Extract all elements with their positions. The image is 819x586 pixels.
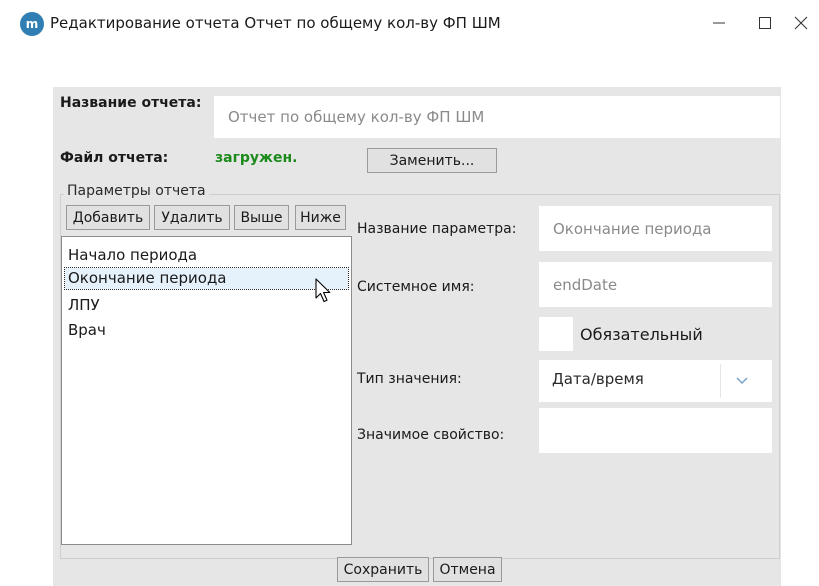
maximize-icon bbox=[759, 17, 771, 29]
cancel-button[interactable]: Отмена bbox=[433, 557, 502, 582]
move-up-button[interactable]: Выше bbox=[234, 205, 289, 230]
required-checkbox[interactable] bbox=[539, 317, 573, 351]
replace-file-button[interactable]: Заменить... bbox=[367, 148, 497, 173]
select-divider bbox=[720, 364, 721, 398]
app-icon[interactable]: m bbox=[20, 12, 44, 36]
close-icon bbox=[794, 16, 808, 30]
system-name-input[interactable]: endDate bbox=[539, 262, 772, 307]
minimize-icon bbox=[713, 22, 725, 24]
value-type-label: Тип значения: bbox=[357, 371, 462, 387]
file-status: загружен. bbox=[215, 150, 298, 166]
value-type-selected: Дата/время bbox=[552, 370, 644, 388]
mouse-cursor-icon bbox=[315, 278, 331, 303]
minimize-button[interactable] bbox=[696, 6, 742, 40]
list-item[interactable]: Врач bbox=[68, 320, 106, 341]
system-name-label: Системное имя: bbox=[357, 279, 475, 295]
param-name-label: Название параметра: bbox=[357, 221, 517, 237]
report-name-label: Название отчета: bbox=[60, 95, 202, 111]
save-button[interactable]: Сохранить bbox=[337, 557, 429, 582]
close-button[interactable] bbox=[778, 6, 819, 40]
move-down-button[interactable]: Ниже bbox=[295, 205, 346, 230]
required-label[interactable]: Обязательный bbox=[580, 325, 703, 344]
window-title: Редактирование отчета Отчет по общему ко… bbox=[50, 14, 501, 32]
app-icon-letter: m bbox=[25, 17, 39, 31]
param-name-input[interactable]: Окончание периода bbox=[539, 206, 772, 251]
report-file-label: Файл отчета: bbox=[60, 150, 169, 166]
params-group-legend: Параметры отчета bbox=[64, 183, 209, 199]
params-list[interactable]: Начало периода Окончание периода ЛПУ Вра… bbox=[61, 236, 352, 545]
value-type-select[interactable]: Дата/время bbox=[539, 360, 772, 402]
significant-property-input[interactable] bbox=[539, 408, 772, 453]
list-item[interactable]: ЛПУ bbox=[68, 295, 100, 316]
report-name-input[interactable]: Отчет по общему кол-ву ФП ШМ bbox=[214, 96, 780, 138]
title-bar: m Редактирование отчета Отчет по общему … bbox=[0, 0, 819, 58]
add-param-button[interactable]: Добавить bbox=[66, 205, 150, 230]
significant-property-label: Значимое свойство: bbox=[357, 427, 505, 443]
list-item-selected[interactable]: Окончание периода bbox=[64, 267, 349, 290]
remove-param-button[interactable]: Удалить bbox=[154, 205, 230, 230]
list-item[interactable]: Начало периода bbox=[68, 245, 197, 266]
chevron-down-icon[interactable] bbox=[735, 373, 749, 387]
